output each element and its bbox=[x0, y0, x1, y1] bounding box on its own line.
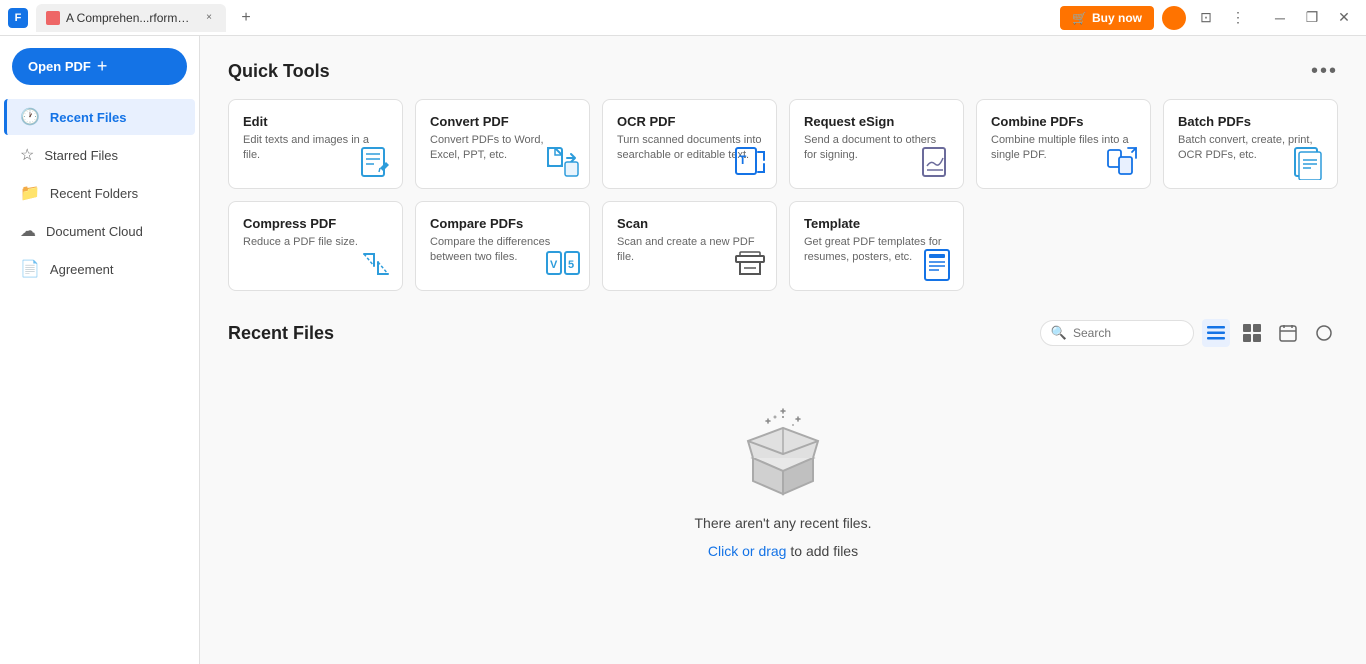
compress-icon bbox=[358, 246, 394, 282]
list-view-button[interactable] bbox=[1202, 319, 1230, 347]
sidebar-item-starred-files[interactable]: ☆ Starred Files bbox=[4, 137, 195, 173]
tool-card-edit[interactable]: Edit Edit texts and images in a file. bbox=[228, 99, 403, 189]
tool-title: Scan bbox=[617, 216, 762, 231]
empty-state: There aren't any recent files. Click or … bbox=[228, 363, 1338, 599]
open-pdf-button[interactable]: Open PDF + bbox=[12, 48, 187, 85]
user-avatar[interactable] bbox=[1162, 6, 1186, 30]
tool-card-convert-pdf[interactable]: Convert PDF Convert PDFs to Word, Excel,… bbox=[415, 99, 590, 189]
svg-text:V: V bbox=[550, 259, 558, 271]
buy-now-button[interactable]: 🛒 Buy now bbox=[1060, 6, 1154, 30]
tool-card-combine-pdfs[interactable]: Combine PDFs Combine multiple files into… bbox=[976, 99, 1151, 189]
tool-card-batch-pdfs[interactable]: Batch PDFs Batch convert, create, print,… bbox=[1163, 99, 1338, 189]
tools-grid: Edit Edit texts and images in a file. Co… bbox=[228, 99, 1338, 291]
sidebar-item-label: Document Cloud bbox=[46, 224, 143, 239]
scan-icon bbox=[732, 246, 768, 282]
app-logo: F bbox=[8, 8, 28, 28]
compare-icon: V 5 bbox=[545, 246, 581, 282]
tool-title: Edit bbox=[243, 114, 388, 129]
empty-state-text: There aren't any recent files. bbox=[695, 515, 872, 531]
convert-icon bbox=[545, 144, 581, 180]
sidebar-item-label: Starred Files bbox=[44, 148, 118, 163]
sidebar-item-label: Recent Files bbox=[50, 110, 127, 125]
tab-favicon bbox=[46, 11, 60, 25]
minimize-button[interactable]: ─ bbox=[1266, 4, 1294, 32]
tab-title: A Comprehen...rformance.pdf bbox=[66, 11, 196, 25]
svg-text:T: T bbox=[739, 153, 747, 167]
edit-icon bbox=[358, 144, 394, 180]
tool-card-scan[interactable]: Scan Scan and create a new PDF file. bbox=[602, 201, 777, 291]
star-icon: ☆ bbox=[20, 145, 34, 165]
search-input[interactable] bbox=[1073, 326, 1183, 340]
template-icon bbox=[919, 246, 955, 282]
sidebar-item-label: Recent Folders bbox=[50, 186, 138, 201]
agreement-icon: 📄 bbox=[20, 259, 40, 279]
sidebar-item-agreement[interactable]: 📄 Agreement bbox=[4, 251, 195, 287]
recent-files-header: Recent Files 🔍 bbox=[228, 319, 1338, 347]
sidebar-item-recent-files[interactable]: 🕐 Recent Files bbox=[4, 99, 195, 135]
grid-view-button[interactable] bbox=[1238, 319, 1266, 347]
tool-title: Compress PDF bbox=[243, 216, 388, 231]
click-or-drag-link[interactable]: Click or drag bbox=[708, 543, 787, 559]
quick-tools-header: Quick Tools ••• bbox=[228, 60, 1338, 83]
quick-tools-title: Quick Tools bbox=[228, 61, 330, 82]
tool-title: Batch PDFs bbox=[1178, 114, 1323, 129]
sidebar-item-label: Agreement bbox=[50, 262, 114, 277]
new-tab-button[interactable]: + bbox=[234, 6, 258, 30]
tool-title: Template bbox=[804, 216, 949, 231]
tool-card-ocr-pdf[interactable]: OCR PDF Turn scanned documents into sear… bbox=[602, 99, 777, 189]
recent-files-icon: 🕐 bbox=[20, 107, 40, 127]
empty-state-link: Click or drag to add files bbox=[708, 543, 858, 559]
tool-card-compare-pdfs[interactable]: Compare PDFs Compare the differences bet… bbox=[415, 201, 590, 291]
combine-icon bbox=[1106, 144, 1142, 180]
tool-title: Compare PDFs bbox=[430, 216, 575, 231]
svg-text:5: 5 bbox=[568, 259, 574, 271]
search-box[interactable]: 🔍 bbox=[1040, 320, 1194, 346]
sidebar: Open PDF + 🕐 Recent Files ☆ Starred File… bbox=[0, 36, 200, 664]
folder-icon: 📁 bbox=[20, 183, 40, 203]
browser-tab[interactable]: A Comprehen...rformance.pdf × bbox=[36, 4, 226, 32]
recent-files-actions: 🔍 bbox=[1040, 319, 1338, 347]
titlebar: F A Comprehen...rformance.pdf × + 🛒 Buy … bbox=[0, 0, 1366, 36]
filter-button[interactable] bbox=[1310, 319, 1338, 347]
tool-card-compress-pdf[interactable]: Compress PDF Reduce a PDF file size. bbox=[228, 201, 403, 291]
tool-card-request-esign[interactable]: Request eSign Send a document to others … bbox=[789, 99, 964, 189]
recent-files-title: Recent Files bbox=[228, 323, 334, 344]
cloud-icon: ☁ bbox=[20, 221, 36, 241]
layout-icon-button[interactable]: ⊡ bbox=[1194, 6, 1218, 30]
calendar-view-button[interactable] bbox=[1274, 319, 1302, 347]
esign-icon bbox=[919, 144, 955, 180]
restore-button[interactable]: ❐ bbox=[1298, 4, 1326, 32]
quick-tools-more-button[interactable]: ••• bbox=[1311, 60, 1338, 83]
tool-title: Request eSign bbox=[804, 114, 949, 129]
tool-title: Convert PDF bbox=[430, 114, 575, 129]
more-options-button[interactable]: ⋮ bbox=[1226, 6, 1250, 30]
sidebar-item-document-cloud[interactable]: ☁ Document Cloud bbox=[4, 213, 195, 249]
cart-icon: 🛒 bbox=[1072, 11, 1087, 25]
close-button[interactable]: ✕ bbox=[1330, 4, 1358, 32]
sidebar-item-recent-folders[interactable]: 📁 Recent Folders bbox=[4, 175, 195, 211]
main-content: Quick Tools ••• Edit Edit texts and imag… bbox=[200, 36, 1366, 664]
tool-card-template[interactable]: Template Get great PDF templates for res… bbox=[789, 201, 964, 291]
window-controls: ─ ❐ ✕ bbox=[1266, 4, 1358, 32]
ocr-icon: T bbox=[732, 144, 768, 180]
tab-close-button[interactable]: × bbox=[202, 11, 216, 25]
search-icon: 🔍 bbox=[1051, 325, 1067, 341]
empty-state-illustration bbox=[733, 403, 833, 503]
tool-title: OCR PDF bbox=[617, 114, 762, 129]
batch-icon bbox=[1293, 144, 1329, 180]
tool-title: Combine PDFs bbox=[991, 114, 1136, 129]
app-body: Open PDF + 🕐 Recent Files ☆ Starred File… bbox=[0, 36, 1366, 664]
